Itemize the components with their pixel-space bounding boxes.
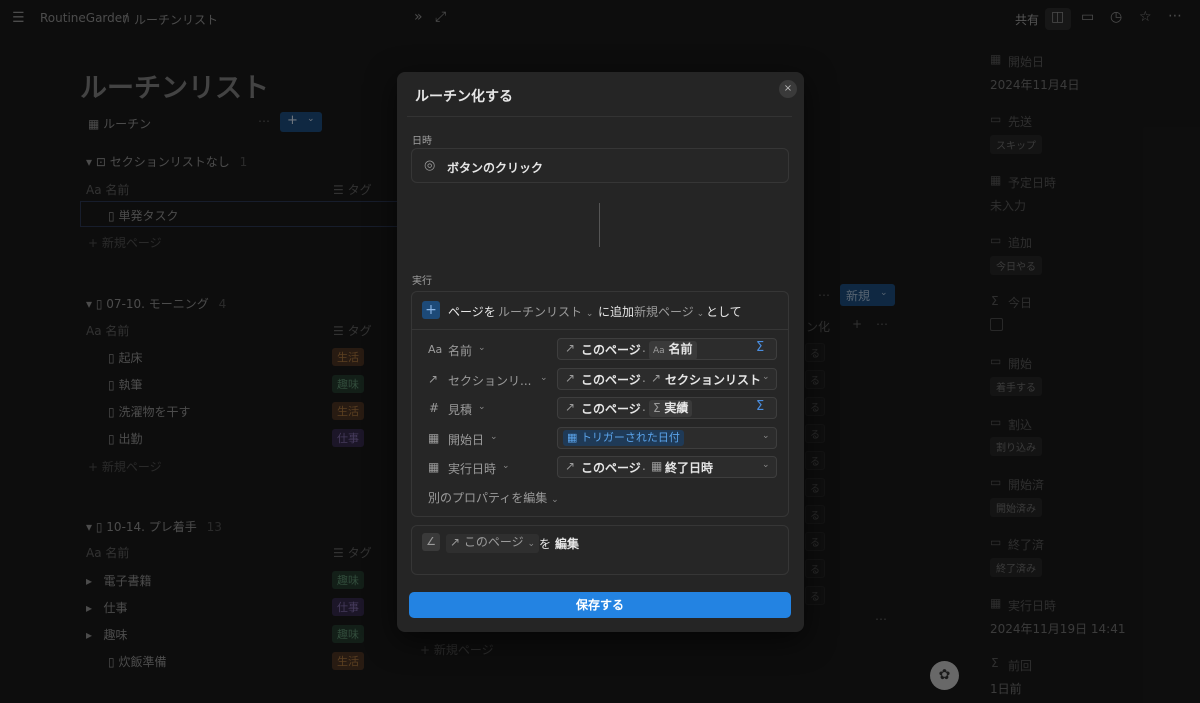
source-chip: このページ [581,461,641,475]
click-cursor-icon: ◎ [424,158,436,173]
trigger-date-chip: ▦ トリガーされた日付 [563,430,684,446]
prop-chip-label: 終了日時 [665,461,714,475]
close-button[interactable]: × [779,80,797,98]
chevron-down-icon[interactable]: ⌄ [762,431,770,441]
add-page-icon: + [422,301,440,319]
trigger-value: ボタンのクリック [447,161,544,175]
relation-arrow-icon: ↗ [565,400,576,414]
separator-dot: . [642,459,646,473]
chevron-down-icon: ⌄ [478,343,486,353]
text-prop-icon: Aa [653,346,665,356]
chevron-down-icon: ⌄ [490,432,498,442]
prop-name: 実行日時 [448,462,497,476]
calendar-icon: ▦ [651,459,663,473]
prop-chip: Σ 実績 [649,400,693,417]
prop-value-field[interactable]: ↗ このページ . Σ 実績 Σ [557,397,777,419]
prop-row-section[interactable]: ↗ セクションリ... ⌄ ↗ このページ . ↗ セクションリスト ⌄ [412,367,788,391]
edit-particle: を [539,537,552,551]
edit-verb: 編集 [555,537,580,551]
formula-icon[interactable]: Σ [756,340,764,355]
prop-chip-label: 実績 [664,401,689,415]
calendar-icon: ▦ [428,431,440,445]
source-chip: このページ [581,343,641,357]
action-suffix: として [706,305,742,319]
database-select[interactable]: ルーチンリスト ⌄ [498,303,593,320]
text-prop-icon: Aa [428,343,443,356]
chevron-down-icon: ⌄ [693,309,705,319]
prop-row-name[interactable]: Aa 名前 ⌄ ↗ このページ . Aa 名前 Σ [412,337,788,361]
prop-value-field[interactable]: ↗ このページ . ▦ 終了日時 ⌄ [557,456,777,478]
chevron-down-icon: ⌄ [540,373,548,383]
action-mid: に追加 [598,305,635,319]
prop-value-field[interactable]: ↗ このページ . Aa 名前 Σ [557,338,777,360]
chevron-down-icon: ⌄ [585,309,594,319]
prop-row-start-date[interactable]: ▦ 開始日 ⌄ ▦ トリガーされた日付 ⌄ [412,426,788,450]
trigger-date-label: トリガーされた日付 [580,431,680,444]
edit-other-label: 別のプロパティを編集 [428,491,548,505]
prop-value-field[interactable]: ▦ トリガーされた日付 ⌄ [557,427,777,449]
number-icon: # [429,401,440,415]
save-label: 保存する [575,598,624,612]
chevron-down-icon[interactable]: ⌄ [762,372,770,382]
relation-arrow-icon: ↗ [450,535,461,549]
trigger-section-label: 日時 [412,136,432,147]
template-select[interactable]: 新規ページ ⌄ [634,303,704,320]
prop-value-field[interactable]: ↗ このページ . ↗ セクションリスト ⌄ [557,368,777,390]
modal-title: ルーチン化する [415,89,513,105]
save-button[interactable]: 保存する [409,592,791,618]
source-chip: このページ [581,402,641,416]
action-prefix: ページを [448,305,496,319]
separator-dot: . [642,371,646,385]
prop-name: 見積 [448,403,473,417]
edit-action-box: ∠ ↗ このページ ⌄ を 編集 [411,525,789,575]
routine-modal: ルーチン化する × 日時 ◎ ボタンのクリック 実行 + ページを ルーチンリス… [397,72,804,632]
page-select-value: このページ [463,535,524,549]
chevron-down-icon[interactable]: ⌄ [762,460,770,470]
chevron-down-icon: ⌄ [478,402,486,412]
calendar-icon: ▦ [428,460,440,474]
relation-arrow-icon: ↗ [651,371,662,385]
formula-icon[interactable]: Σ [756,399,764,414]
chevron-down-icon: ⌄ [527,539,536,549]
relation-arrow-icon: ↗ [565,341,576,355]
chevron-down-icon: ⌄ [502,461,510,471]
action-box: + ページを ルーチンリスト ⌄ に追加 新規ページ ⌄ として Aa 名前 ⌄… [411,291,789,517]
edit-pencil-icon: ∠ [422,533,440,551]
chevron-down-icon: ⌄ [551,495,559,505]
relation-arrow-icon: ↗ [565,459,576,473]
prop-row-estimate[interactable]: # 見積 ⌄ ↗ このページ . Σ 実績 Σ [412,396,788,420]
connector-line [599,203,600,247]
relation-icon: ↗ [428,372,439,386]
database-select-value: ルーチンリスト [498,305,583,319]
close-icon: × [783,83,793,94]
calendar-icon: ▦ [567,431,578,444]
action-section-label: 実行 [412,276,432,287]
template-select-value: 新規ページ [634,305,694,319]
edit-other-props-button[interactable]: 別のプロパティを編集 ⌄ [428,489,559,506]
page-select[interactable]: ↗ このページ ⌄ [446,534,540,553]
divider [407,116,792,117]
source-chip: このページ [581,373,641,387]
formula-icon: Σ [653,401,661,415]
prop-chip-label: セクションリスト [665,373,762,387]
prop-name: 名前 [448,344,473,358]
separator-dot: . [642,341,646,355]
relation-arrow-icon: ↗ [565,371,576,385]
separator-dot: . [642,400,646,414]
prop-chip-label: 名前 [668,342,693,356]
prop-chip: Aa 名前 [649,341,697,360]
prop-name: 開始日 [448,433,485,447]
prop-row-exec-date[interactable]: ▦ 実行日時 ⌄ ↗ このページ . ▦ 終了日時 ⌄ [412,455,788,479]
trigger-box[interactable]: ◎ ボタンのクリック [411,148,789,183]
prop-name: セクションリ... [448,374,532,388]
